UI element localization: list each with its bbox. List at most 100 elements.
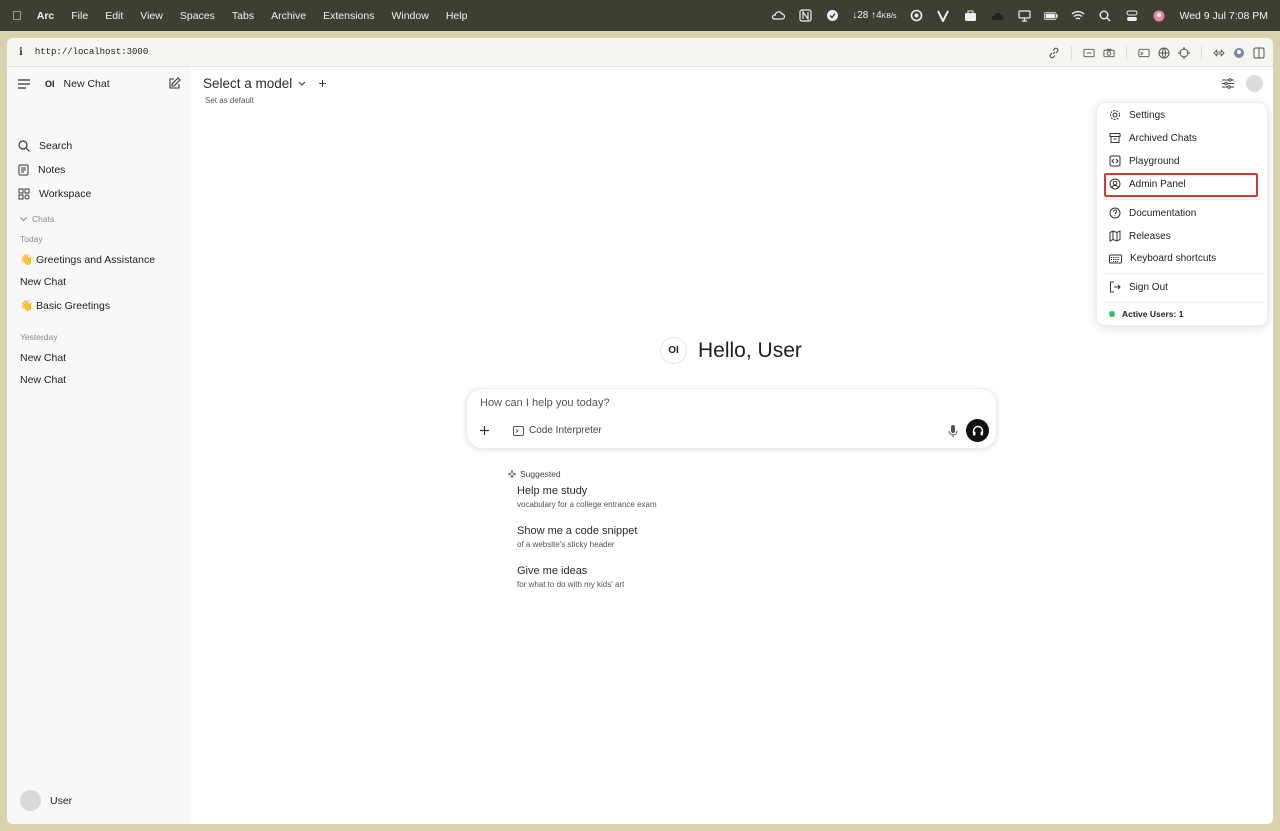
menu-divider xyxy=(1103,302,1263,303)
avatar xyxy=(20,790,41,811)
split-view-icon[interactable] xyxy=(1253,47,1265,59)
chat-list-item[interactable]: New Chat xyxy=(20,276,66,288)
logo: OI xyxy=(660,337,687,364)
globe-icon[interactable] xyxy=(1158,47,1170,59)
camera-icon[interactable] xyxy=(1103,47,1115,59)
menubar-edit[interactable]: Edit xyxy=(105,10,123,22)
crosshair-icon[interactable] xyxy=(1178,46,1190,59)
controls-sliders-icon[interactable] xyxy=(1222,78,1234,89)
menubar-spaces[interactable]: Spaces xyxy=(180,10,215,22)
menu-item-keyboard-shortcuts[interactable]: Keyboard shortcuts xyxy=(1109,253,1259,264)
vectorize-icon[interactable] xyxy=(936,9,950,23)
menubar-clock[interactable]: Wed 9 Jul 7:08 PM xyxy=(1179,10,1268,22)
menu-item-archived-chats[interactable]: Archived Chats xyxy=(1109,132,1259,144)
menu-item-settings[interactable]: Settings xyxy=(1109,109,1259,121)
sidebar-user[interactable]: User xyxy=(20,790,72,811)
menu-item-label: Releases xyxy=(1129,230,1171,242)
code-interpreter-toggle[interactable]: Code Interpreter xyxy=(513,425,602,436)
spotlight-search-icon[interactable] xyxy=(1098,9,1112,23)
suggestion-subtitle: for what to do with my kids' art xyxy=(517,580,625,589)
macos-menubar:  Arc File Edit View Spaces Tabs Archive… xyxy=(0,0,1280,31)
extension-icon[interactable] xyxy=(1213,47,1225,59)
menu-item-releases[interactable]: Releases xyxy=(1109,230,1259,242)
sidebar: OI New Chat Search Notes Workspace Chats… xyxy=(7,67,191,824)
chat-list-item[interactable]: 👋 Greetings and Assistance xyxy=(20,253,155,266)
menubar-extensions[interactable]: Extensions xyxy=(323,10,374,22)
suggestion-title: Help me study xyxy=(517,485,588,497)
suggestion-item[interactable]: Give me ideas for what to do with my kid… xyxy=(517,565,737,589)
greeting-text: Hello, User xyxy=(698,338,802,362)
menubar-tabs[interactable]: Tabs xyxy=(232,10,254,22)
sidebar-item-search[interactable]: Search xyxy=(18,140,72,152)
greeting: OI Hello, User xyxy=(660,337,802,364)
menubar-view[interactable]: View xyxy=(140,10,163,22)
suggestion-title: Show me a code snippet xyxy=(517,525,638,537)
menu-item-playground[interactable]: Playground xyxy=(1109,155,1259,167)
plus-icon xyxy=(480,426,489,435)
focus-icon[interactable] xyxy=(909,9,923,23)
chat-list-item[interactable]: 👋 Basic Greetings xyxy=(20,299,110,312)
terminal-icon xyxy=(513,425,524,436)
section-yesterday: Yesterday xyxy=(20,332,58,342)
headphones-icon xyxy=(972,425,983,436)
control-center-icon[interactable] xyxy=(1125,9,1139,23)
terminal-icon[interactable] xyxy=(1138,47,1150,59)
sidebar-toggle[interactable] xyxy=(18,79,30,89)
menu-item-admin-panel[interactable]: Admin Panel xyxy=(1109,178,1259,190)
chat-list-item[interactable]: New Chat xyxy=(20,352,66,364)
menu-icon[interactable] xyxy=(18,79,30,89)
new-chat-row[interactable]: OI New Chat xyxy=(45,78,110,90)
site-info-icon[interactable]: i xyxy=(19,47,23,58)
section-today: Today xyxy=(20,234,43,244)
edit-icon xyxy=(169,77,181,89)
display-icon[interactable] xyxy=(1017,9,1031,23)
message-input[interactable]: How can I help you today? xyxy=(480,397,610,409)
sidebar-item-notes[interactable]: Notes xyxy=(18,164,65,176)
microphone-icon xyxy=(948,425,958,437)
apple-icon[interactable]:  xyxy=(12,8,22,23)
menu-item-documentation[interactable]: Documentation xyxy=(1109,207,1259,219)
suggested-label: Suggested xyxy=(520,469,561,479)
sidebar-item-workspace[interactable]: Workspace xyxy=(18,188,91,200)
url-text[interactable]: http://localhost:3000 xyxy=(35,47,148,57)
chats-header[interactable]: Chats xyxy=(20,214,54,224)
new-chat-button[interactable] xyxy=(168,77,181,90)
menubar-file[interactable]: File xyxy=(71,10,88,22)
voice-mode-button[interactable] xyxy=(966,419,989,442)
wifi-icon[interactable] xyxy=(1071,9,1085,23)
menubar-archive[interactable]: Archive xyxy=(271,10,306,22)
user-avatar-button[interactable] xyxy=(1246,75,1263,92)
battery-icon[interactable] xyxy=(1044,9,1059,23)
check-circle-icon[interactable] xyxy=(825,9,839,23)
menubar-help[interactable]: Help xyxy=(446,10,468,22)
link-icon[interactable] xyxy=(1048,47,1060,59)
sparkle-icon xyxy=(508,470,516,478)
cloud-icon[interactable] xyxy=(771,9,786,23)
model-selector[interactable]: Select a model xyxy=(203,76,327,91)
menubar-window[interactable]: Window xyxy=(391,10,428,22)
add-model-icon[interactable] xyxy=(318,79,327,88)
menu-item-label: Settings xyxy=(1129,109,1166,121)
logo: OI xyxy=(45,79,55,89)
search-label: Search xyxy=(39,140,73,152)
menu-divider xyxy=(1103,199,1263,200)
map-icon xyxy=(1109,230,1121,242)
chat-list-item[interactable]: New Chat xyxy=(20,374,66,386)
suggestion-item[interactable]: Help me study vocabulary for a college e… xyxy=(517,485,737,509)
suggestion-title: Give me ideas xyxy=(517,565,588,577)
menu-item-label: Keyboard shortcuts xyxy=(1130,253,1217,264)
suggestion-item[interactable]: Show me a code snippet of a website's st… xyxy=(517,525,737,549)
menubar-app-name[interactable]: Arc xyxy=(37,10,55,22)
weather-icon[interactable] xyxy=(990,9,1004,23)
add-attachment-button[interactable] xyxy=(479,423,490,441)
set-default-link[interactable]: Set as default xyxy=(205,96,254,105)
briefcase-icon[interactable] xyxy=(963,9,977,23)
voice-input-button[interactable] xyxy=(948,424,958,443)
capture-icon[interactable] xyxy=(1083,47,1095,59)
notion-icon[interactable] xyxy=(798,9,812,23)
user-avatar-icon[interactable] xyxy=(1152,9,1166,23)
network-speed[interactable]: ↓28 ↑4KB/s xyxy=(852,10,896,21)
keyboard-icon xyxy=(1109,254,1122,263)
profile-globe-icon[interactable] xyxy=(1233,47,1245,59)
menu-item-sign-out[interactable]: Sign Out xyxy=(1109,281,1259,293)
